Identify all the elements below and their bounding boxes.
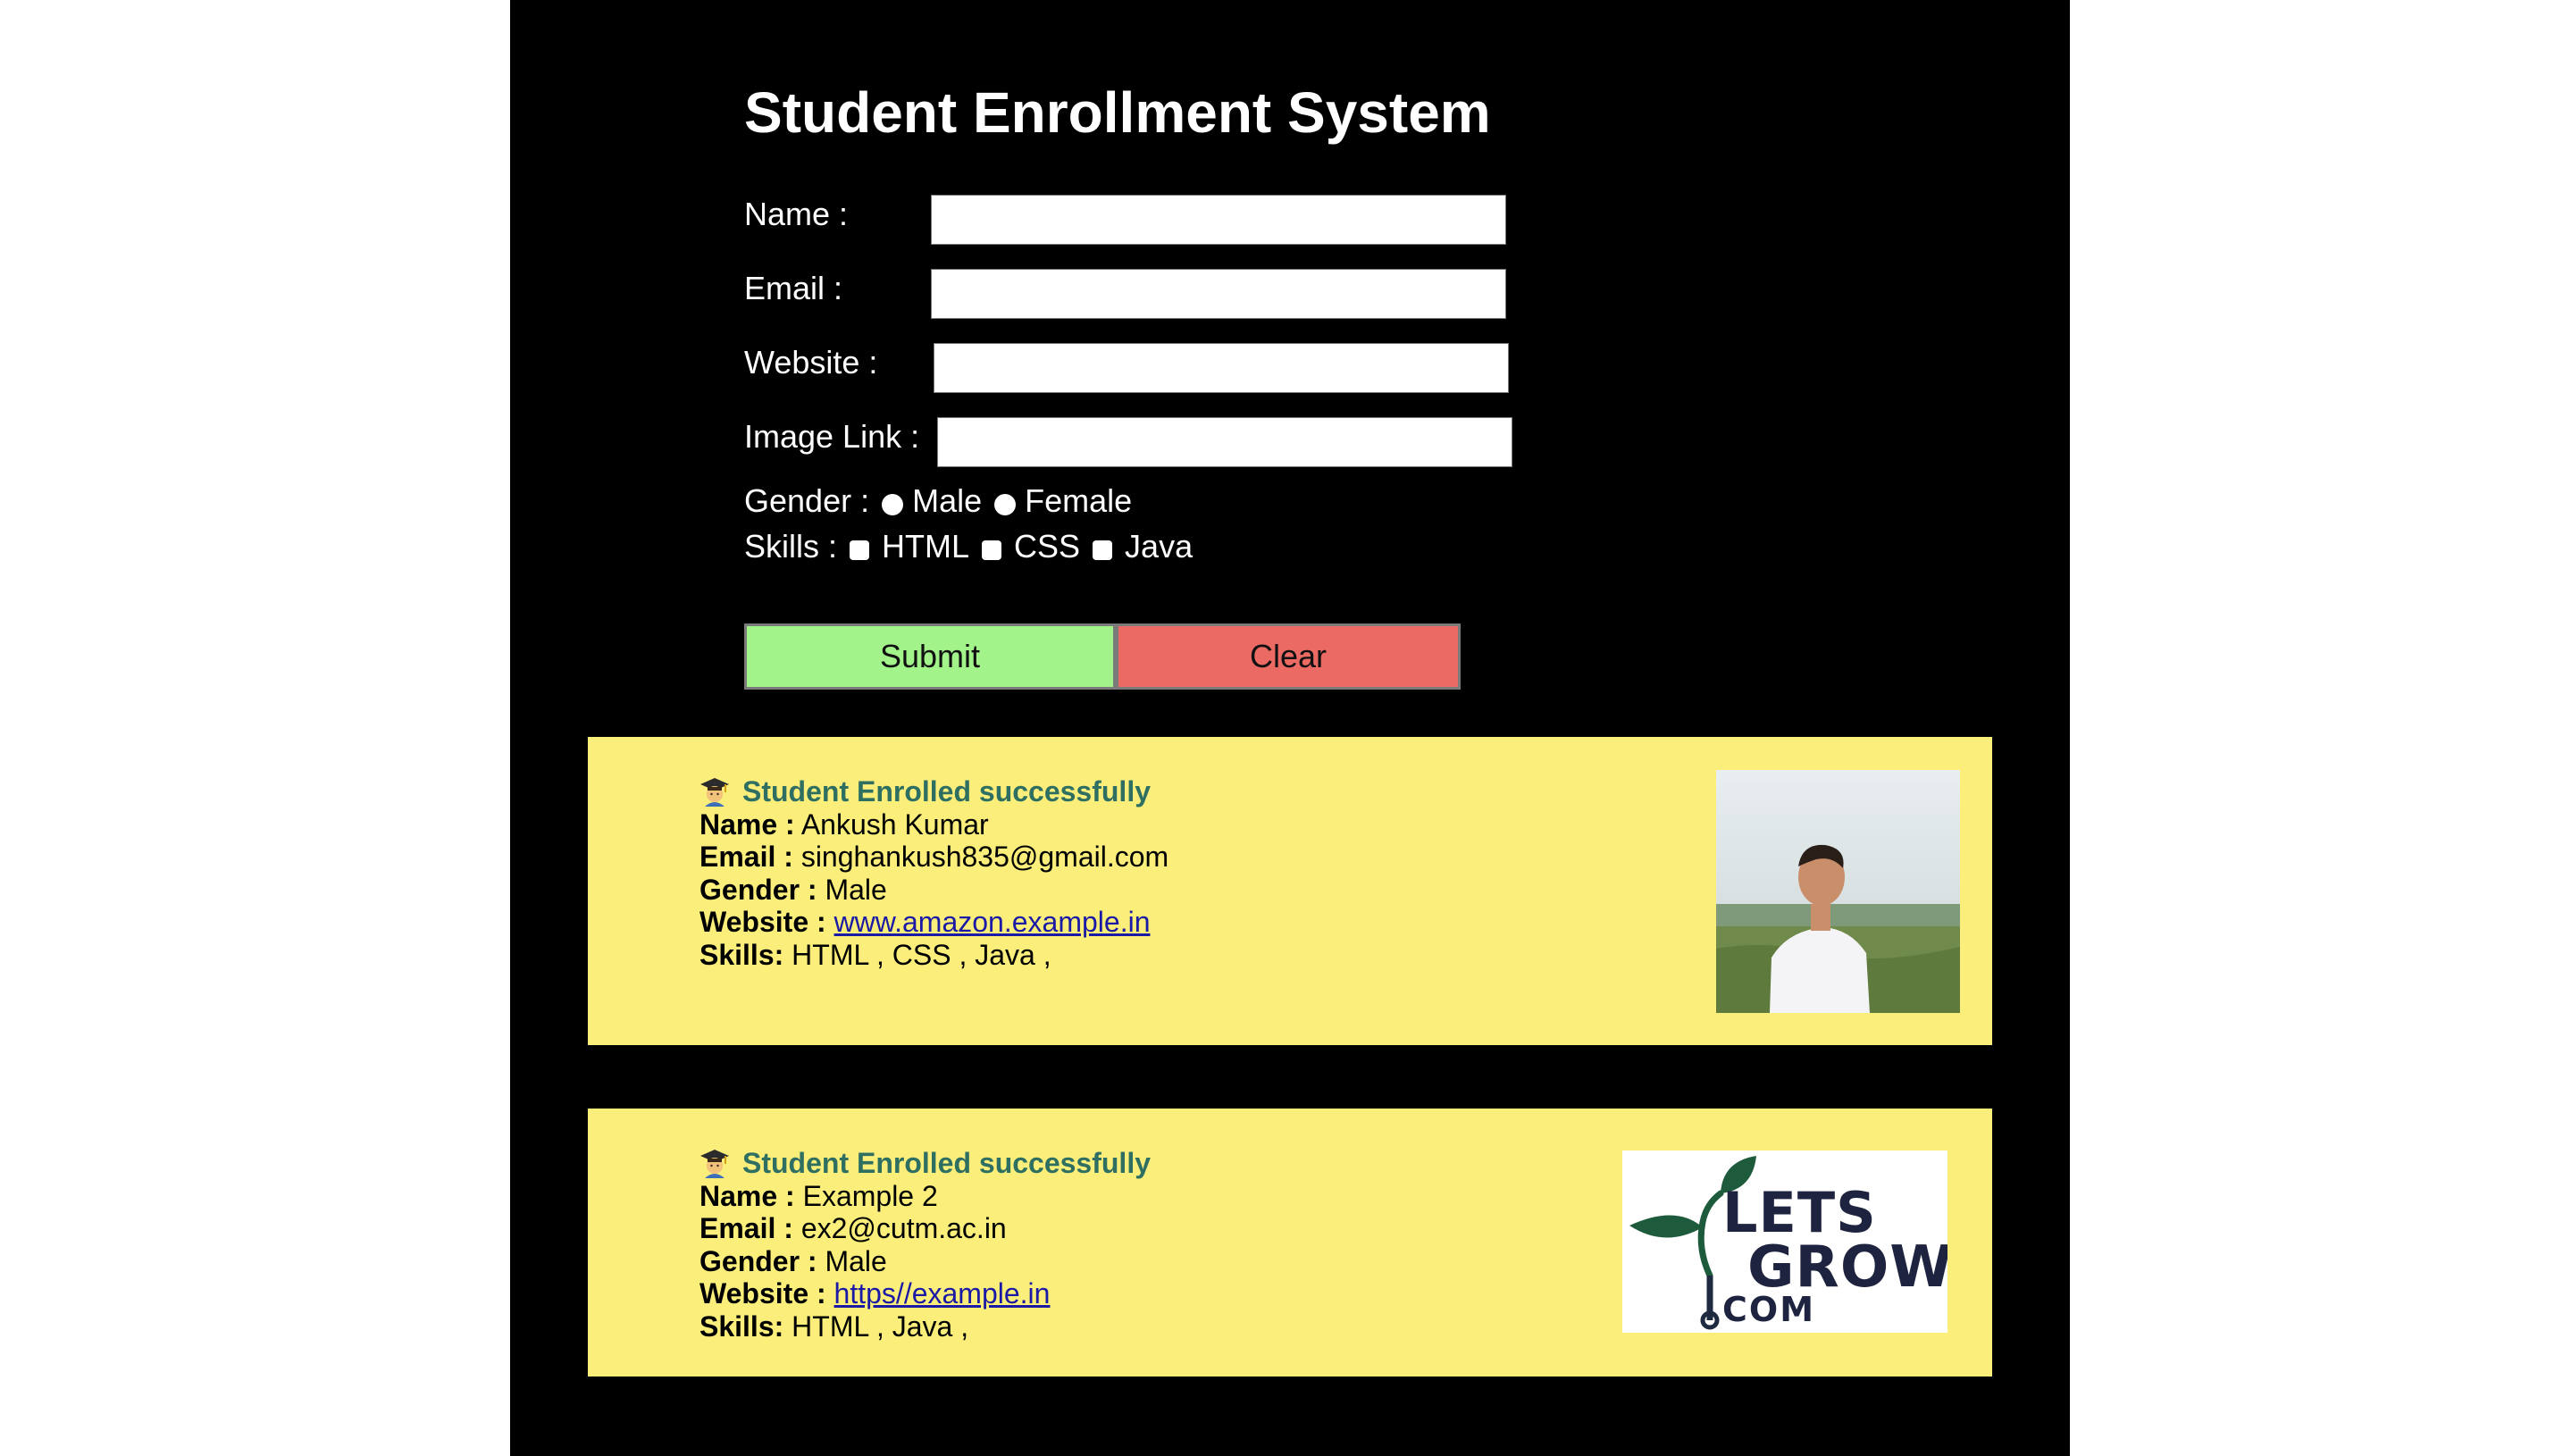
name-value: Example 2	[802, 1179, 938, 1212]
gender-row: Gender : Male Female	[744, 480, 1132, 523]
student-card: Student Enrolled successfully Name : Ank…	[588, 737, 1992, 1045]
gender-female-radio[interactable]	[994, 494, 1017, 515]
gender-male-radio[interactable]	[882, 494, 904, 515]
name-line: Name : Ankush Kumar	[699, 808, 1168, 841]
gender-value: Male	[825, 1244, 887, 1277]
submit-button[interactable]: Submit	[744, 623, 1116, 690]
skills-line: Skills: HTML , Java ,	[699, 1310, 1151, 1343]
website-input[interactable]	[934, 343, 1509, 393]
success-text: Student Enrolled successfully	[742, 1147, 1151, 1179]
skill-html-checkbox[interactable]	[850, 540, 870, 560]
button-group: Submit Clear	[744, 623, 1461, 690]
gender-key: Gender :	[699, 1244, 817, 1277]
website-row: Website :	[744, 341, 1637, 395]
website-link[interactable]: https//example.in	[834, 1277, 1051, 1310]
page-title: Student Enrollment System	[744, 80, 1491, 145]
gender-male-label: Male	[912, 482, 983, 519]
name-row: Name :	[744, 193, 1637, 247]
email-label: Email :	[744, 270, 843, 306]
student-photo	[1716, 770, 1960, 1013]
success-heading: Student Enrolled successfully	[699, 775, 1168, 808]
name-key: Name :	[699, 807, 795, 841]
student-details: Student Enrolled successfully Name : Exa…	[699, 1147, 1151, 1343]
student-card: Student Enrolled successfully Name : Exa…	[588, 1109, 1992, 1377]
name-key: Name :	[699, 1179, 795, 1212]
clear-button[interactable]: Clear	[1116, 623, 1461, 690]
success-heading: Student Enrolled successfully	[699, 1147, 1151, 1180]
logo-line1: LETS	[1722, 1180, 1877, 1245]
skills-line: Skills: HTML , CSS , Java ,	[699, 939, 1168, 972]
skill-css-checkbox[interactable]	[982, 540, 1002, 560]
logo-line2: GROW	[1747, 1234, 1947, 1301]
name-value: Ankush Kumar	[800, 807, 989, 841]
skill-java-checkbox[interactable]	[1093, 540, 1113, 560]
email-line: Email : ex2@cutm.ac.in	[699, 1212, 1151, 1245]
skills-key: Skills:	[699, 938, 784, 971]
image-link-label: Image Link :	[744, 418, 920, 455]
name-line: Name : Example 2	[699, 1180, 1151, 1213]
success-text: Student Enrolled successfully	[742, 775, 1151, 807]
email-input[interactable]	[931, 269, 1506, 319]
image-link-row: Image Link :	[744, 415, 1637, 469]
enrollment-form: Student Enrollment System Name : Email :…	[744, 77, 1816, 690]
gender-key: Gender :	[699, 873, 817, 906]
website-label: Website :	[744, 344, 878, 381]
graduate-icon	[699, 776, 730, 807]
skill-css-label: CSS	[1014, 528, 1081, 565]
skills-row: Skills : HTML CSS Java	[744, 525, 1193, 568]
name-input[interactable]	[931, 195, 1506, 245]
email-row: Email :	[744, 267, 1637, 321]
letsgrow-logo: LETS GROW COM	[1622, 1151, 1947, 1333]
website-key: Website :	[699, 906, 826, 938]
gender-value: Male	[825, 873, 887, 906]
email-key: Email :	[699, 841, 793, 873]
graduate-icon	[699, 1148, 730, 1179]
gender-label: Gender :	[744, 482, 870, 519]
email-value: singhankush835@gmail.com	[800, 841, 1169, 873]
skills-label: Skills :	[744, 528, 838, 565]
gender-line: Gender : Male	[699, 1245, 1151, 1278]
skill-html-label: HTML	[882, 528, 970, 565]
website-key: Website :	[699, 1277, 826, 1310]
skills-value: HTML , Java ,	[792, 1310, 969, 1343]
student-details: Student Enrolled successfully Name : Ank…	[699, 775, 1168, 971]
image-link-input[interactable]	[937, 417, 1512, 467]
website-link[interactable]: www.amazon.example.in	[834, 906, 1151, 938]
name-label: Name :	[744, 196, 849, 232]
skills-key: Skills:	[699, 1310, 784, 1343]
website-line: Website : www.amazon.example.in	[699, 906, 1168, 939]
skill-java-label: Java	[1125, 528, 1194, 565]
logo-line3: COM	[1722, 1290, 1816, 1329]
gender-female-label: Female	[1025, 482, 1133, 519]
skills-value: HTML , CSS , Java ,	[792, 938, 1051, 971]
email-line: Email : singhankush835@gmail.com	[699, 841, 1168, 874]
email-value: ex2@cutm.ac.in	[800, 1212, 1007, 1244]
app-container: Student Enrollment System Name : Email :…	[510, 0, 2070, 1456]
gender-line: Gender : Male	[699, 874, 1168, 907]
website-line: Website : https//example.in	[699, 1277, 1151, 1310]
email-key: Email :	[699, 1212, 793, 1244]
